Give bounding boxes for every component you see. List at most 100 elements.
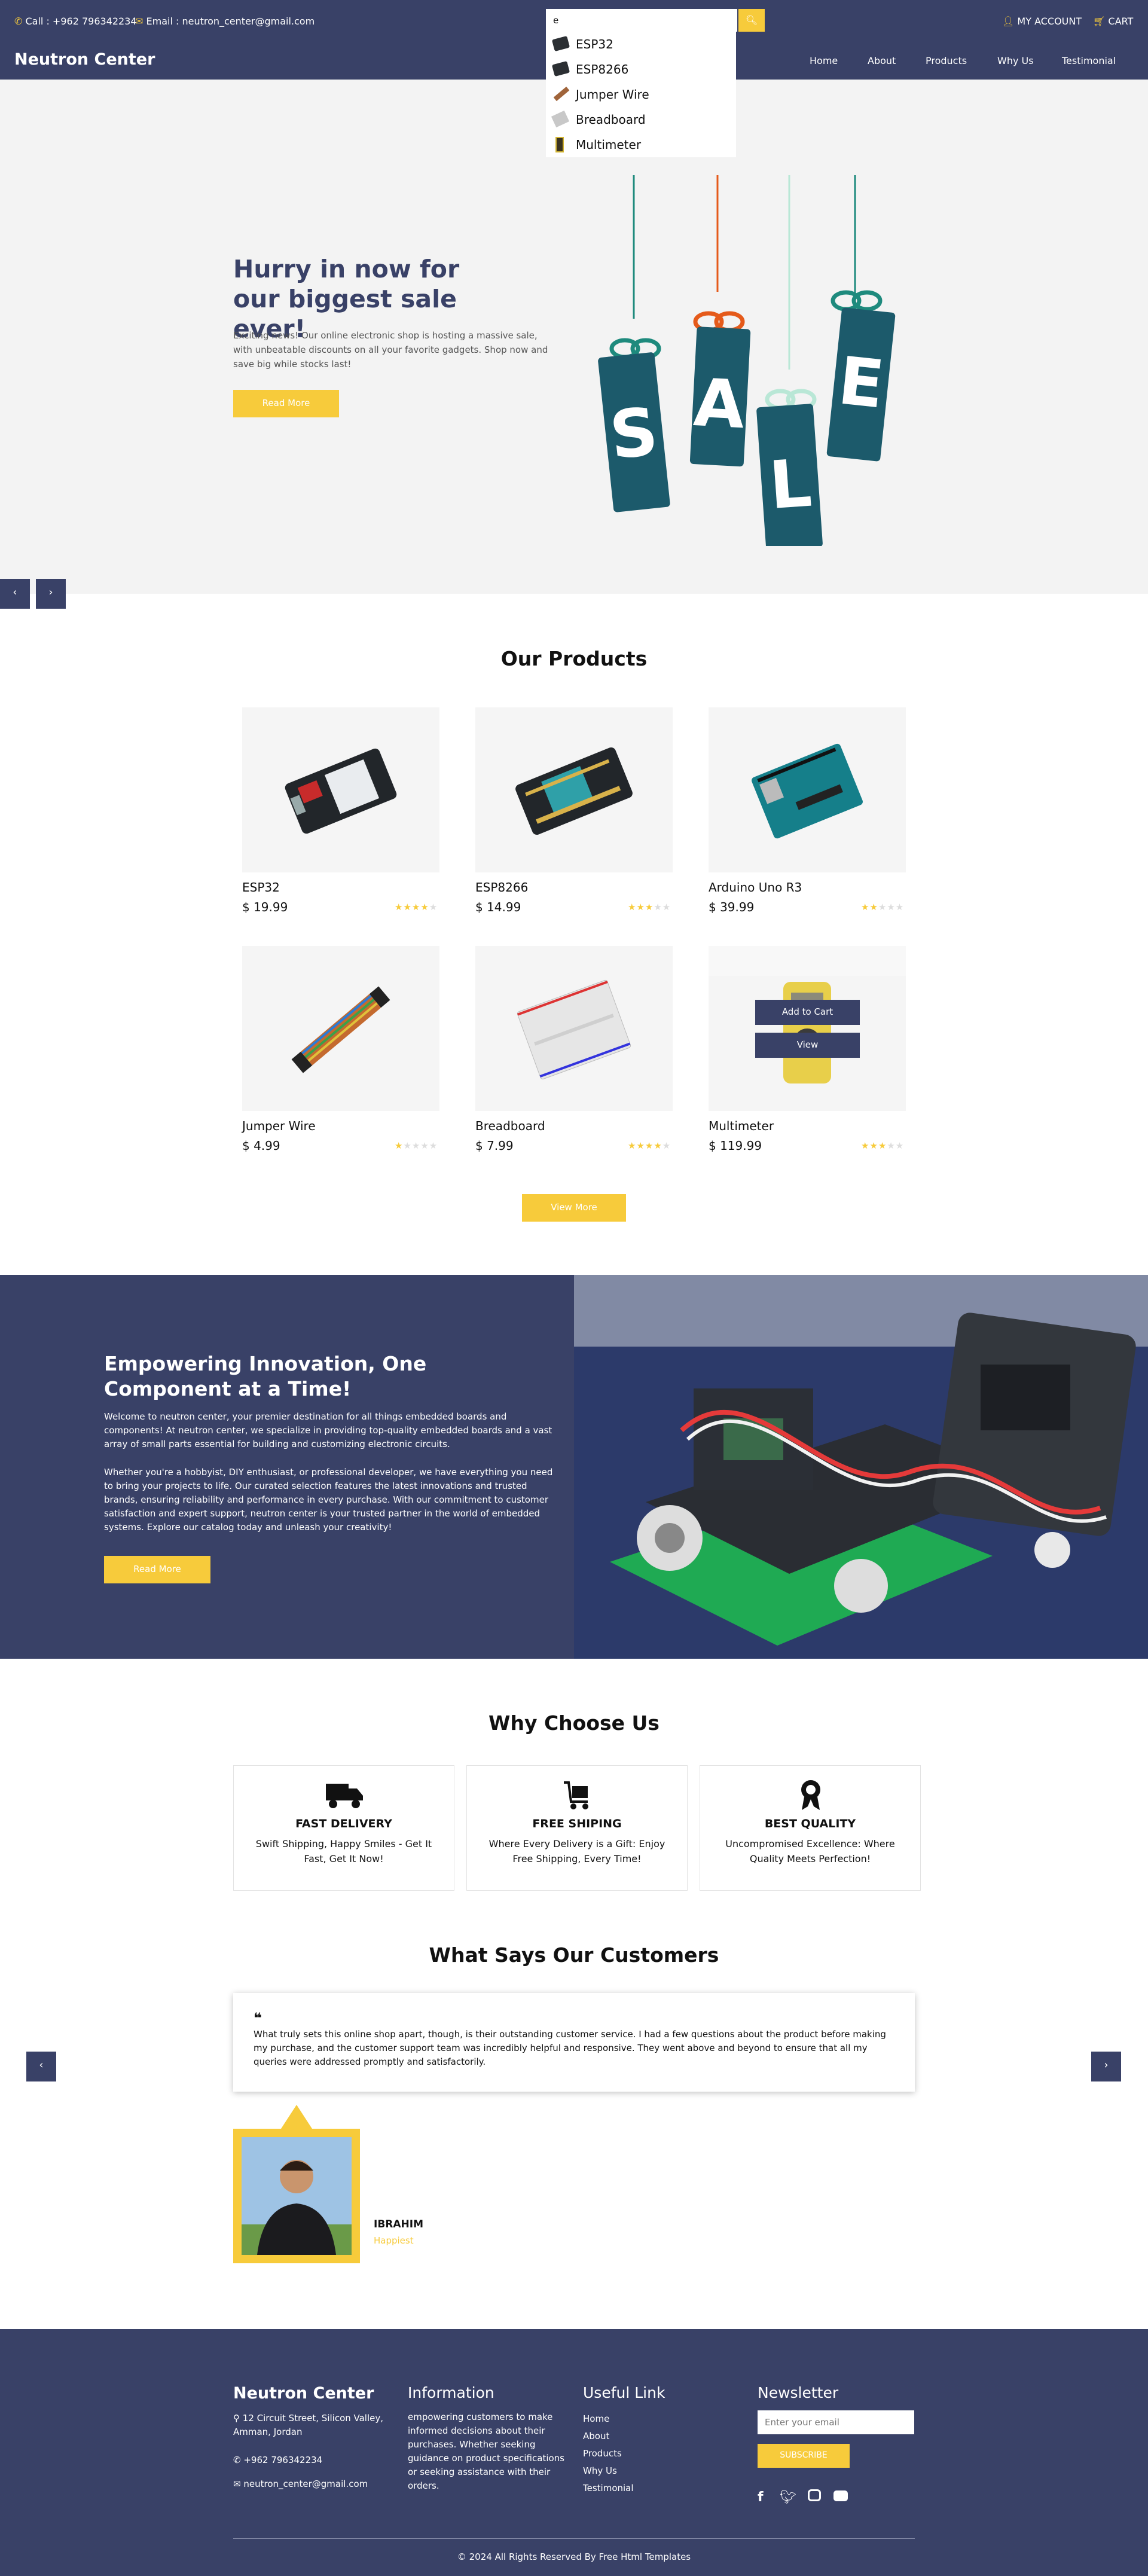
product-price: $ 4.99 bbox=[242, 1139, 280, 1153]
about-title: Empowering Innovation, One Component at … bbox=[104, 1352, 427, 1400]
why-card-free-shipping: FREE SHIPING Where Every Delivery is a G… bbox=[466, 1765, 688, 1891]
youtube-icon[interactable] bbox=[833, 2490, 848, 2501]
rating-stars: ★★★★★ bbox=[395, 902, 438, 912]
search-input[interactable]: e bbox=[546, 9, 737, 32]
dropdown-item-esp32[interactable]: ESP32 bbox=[546, 32, 736, 57]
dropdown-item-multimeter[interactable]: Multimeter bbox=[546, 132, 736, 157]
twitter-icon[interactable]: 🐦︎ bbox=[780, 2490, 804, 2505]
nav-home[interactable]: Home bbox=[810, 55, 838, 66]
product-image[interactable] bbox=[709, 707, 906, 872]
footer-link-home[interactable]: Home bbox=[583, 2410, 634, 2428]
quote-icon: ❝ bbox=[254, 2010, 262, 2026]
view-more-button[interactable]: View More bbox=[522, 1194, 626, 1222]
slider-next-button[interactable]: › bbox=[36, 579, 66, 609]
why-card-title: BEST QUALITY bbox=[764, 1817, 856, 1830]
product-price: $ 119.99 bbox=[709, 1139, 762, 1153]
dropdown-item-breadboard[interactable]: Breadboard bbox=[546, 107, 736, 132]
about-section: Empowering Innovation, One Component at … bbox=[0, 1275, 574, 1659]
envelope-icon: ✉ bbox=[135, 16, 144, 27]
sale-tags-image: S A L E bbox=[598, 175, 896, 546]
footer-info-text: empowering customers to make informed de… bbox=[408, 2412, 564, 2491]
footer-brand: Neutron Center bbox=[233, 2384, 374, 2403]
multimeter-icon bbox=[555, 137, 564, 152]
product-name: Arduino Uno R3 bbox=[709, 880, 802, 895]
footer-links-title: Useful Link bbox=[583, 2384, 665, 2401]
svg-text:A: A bbox=[692, 364, 747, 443]
copyright: © 2024 All Rights Reserved By Free Html … bbox=[457, 2551, 691, 2562]
email-contact[interactable]: ✉ Email : neutron_center@gmail.com bbox=[135, 16, 315, 27]
product-image[interactable] bbox=[475, 707, 673, 872]
svg-text:E: E bbox=[835, 342, 887, 423]
product-image[interactable] bbox=[242, 707, 439, 872]
subscribe-button[interactable]: SUBSCRIBE bbox=[758, 2444, 850, 2468]
slider-prev-button[interactable]: ‹ bbox=[0, 579, 30, 609]
wire-icon bbox=[553, 86, 570, 102]
about-read-more-button[interactable]: Read More bbox=[104, 1556, 210, 1583]
cart-icon: 🛒︎ bbox=[1093, 16, 1106, 27]
rating-stars: ★★★★★ bbox=[628, 902, 671, 912]
why-title: Why Choose Us bbox=[488, 1711, 660, 1735]
why-card-text: Swift Shipping, Happy Smiles - Get It Fa… bbox=[255, 1838, 432, 1864]
facebook-icon[interactable]: f bbox=[758, 2490, 775, 2505]
phone-icon: ✆ bbox=[14, 16, 23, 27]
social-links: f 🐦︎ bbox=[758, 2489, 848, 2505]
rating-stars: ★★★★★ bbox=[395, 1140, 438, 1151]
search-dropdown: ESP32 ESP8266 Jumper Wire Breadboard Mul… bbox=[546, 32, 736, 157]
chevron-left-icon: ‹ bbox=[13, 586, 17, 599]
instagram-icon[interactable] bbox=[808, 2489, 821, 2501]
cart-link[interactable]: 🛒︎ CART bbox=[1093, 16, 1133, 27]
footer: Neutron Center ⚲ 12 Circuit Street, Sili… bbox=[0, 2329, 1148, 2576]
customer-role: Happiest bbox=[374, 2235, 414, 2246]
testimonial-title: What Says Our Customers bbox=[429, 1943, 719, 1967]
product-image[interactable] bbox=[242, 946, 439, 1111]
customer-name: IBRAHIM bbox=[374, 2218, 423, 2230]
robot-kit-image bbox=[574, 1275, 1148, 1659]
nav-products[interactable]: Products bbox=[926, 55, 967, 66]
view-button[interactable]: View bbox=[755, 1033, 860, 1058]
newsletter-email-input[interactable] bbox=[758, 2410, 914, 2434]
testimonial-quote: What truly sets this online shop apart, … bbox=[254, 2029, 886, 2067]
product-price: $ 7.99 bbox=[475, 1139, 514, 1153]
product-image[interactable] bbox=[709, 946, 906, 1111]
rating-stars: ★★★★★ bbox=[861, 902, 905, 912]
footer-link-testimonial[interactable]: Testimonial bbox=[583, 2480, 634, 2497]
award-icon bbox=[801, 1780, 820, 1810]
nav-why-us[interactable]: Why Us bbox=[997, 55, 1034, 66]
product-price: $ 14.99 bbox=[475, 900, 521, 914]
testimonial-prev-button[interactable]: ‹ bbox=[26, 2052, 56, 2081]
truck-icon bbox=[326, 1784, 363, 1808]
footer-link-products[interactable]: Products bbox=[583, 2445, 634, 2462]
about-paragraph-2: Whether you're a hobbyist, DIY enthusias… bbox=[104, 1467, 553, 1533]
rating-stars: ★★★★★ bbox=[861, 1140, 905, 1151]
product-image[interactable] bbox=[475, 946, 673, 1111]
why-card-title: FREE SHIPING bbox=[532, 1817, 622, 1830]
product-name: Jumper Wire bbox=[242, 1119, 316, 1133]
products-title: Our Products bbox=[500, 647, 648, 670]
why-card-fast-delivery: FAST DELIVERY Swift Shipping, Happy Smil… bbox=[233, 1765, 454, 1891]
chevron-left-icon: ‹ bbox=[39, 2059, 44, 2071]
footer-info-title: Information bbox=[408, 2384, 494, 2401]
user-icon: 👤︎ bbox=[1002, 16, 1015, 27]
nav-testimonial[interactable]: Testimonial bbox=[1062, 55, 1116, 66]
account-link[interactable]: 👤︎ MY ACCOUNT bbox=[1002, 16, 1082, 27]
dropdown-item-jumper-wire[interactable]: Jumper Wire bbox=[546, 82, 736, 107]
chevron-right-icon: › bbox=[48, 586, 53, 599]
footer-link-why-us[interactable]: Why Us bbox=[583, 2462, 634, 2480]
search-button[interactable]: 🔍︎ bbox=[738, 9, 765, 32]
add-to-cart-button[interactable]: Add to Cart bbox=[755, 1000, 860, 1025]
footer-link-about[interactable]: About bbox=[583, 2428, 634, 2445]
footer-links: Home About Products Why Us Testimonial bbox=[583, 2410, 634, 2497]
rating-stars: ★★★★★ bbox=[628, 1140, 671, 1151]
testimonial-card: ❝ What truly sets this online shop apart… bbox=[233, 1993, 915, 2092]
testimonial-next-button[interactable]: › bbox=[1091, 2052, 1121, 2081]
brand-logo[interactable]: Neutron Center bbox=[14, 50, 155, 69]
nav-about[interactable]: About bbox=[868, 55, 896, 66]
image-overlay bbox=[709, 946, 906, 976]
phone-contact[interactable]: ✆ Call : +962 796342234 bbox=[14, 16, 137, 27]
why-card-text: Uncompromised Excellence: Where Quality … bbox=[725, 1838, 895, 1864]
board-icon bbox=[551, 35, 570, 52]
hero-read-more-button[interactable]: Read More bbox=[233, 390, 339, 417]
dropdown-item-esp8266[interactable]: ESP8266 bbox=[546, 57, 736, 82]
hero-text: Exciting news! Our online electronic sho… bbox=[233, 330, 548, 370]
chevron-right-icon: › bbox=[1104, 2059, 1109, 2071]
